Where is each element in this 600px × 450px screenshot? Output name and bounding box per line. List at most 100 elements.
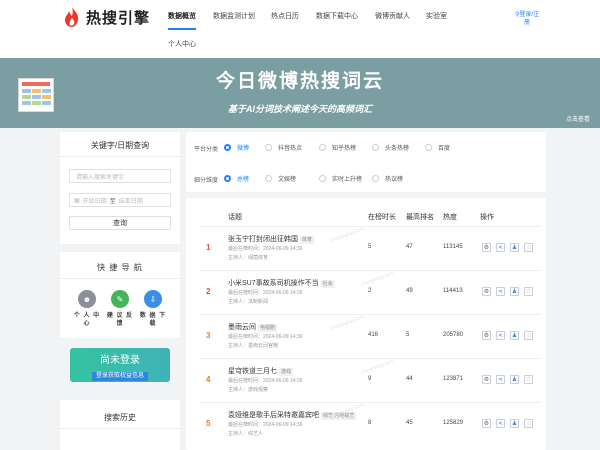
platform-zhihu[interactable]: 知乎热榜 — [319, 143, 356, 152]
share-icon[interactable]: ⋖ — [496, 243, 505, 252]
calendar-icon: ▦ — [74, 197, 80, 204]
gear-icon[interactable]: ⚙ — [482, 419, 491, 428]
topic-title-text[interactable]: 星穹铁道三月七 — [228, 368, 277, 375]
like-icon[interactable]: ♟ — [510, 287, 519, 296]
share-icon[interactable]: ⋖ — [496, 419, 505, 428]
gear-icon[interactable]: ⚙ — [482, 243, 491, 252]
quick-label: 个 人 中 心 — [73, 313, 101, 327]
cell-top: 49 — [406, 288, 413, 294]
divider — [60, 278, 180, 279]
quick-nav-title: 快 捷 导 航 — [97, 263, 143, 272]
star-icon[interactable]: ☆ — [524, 419, 533, 428]
rank-number: 2 — [206, 287, 211, 296]
quick-download[interactable]: ⇩ 数 据 下 载 — [138, 290, 168, 328]
topic-title-text[interactable]: 小米SU7事故系司机操作不当 — [228, 280, 319, 287]
rank-number: 4 — [206, 375, 211, 384]
rank-number: 5 — [206, 419, 211, 428]
share-icon[interactable]: ⋖ — [496, 375, 505, 384]
topic-title-text[interactable]: 张玉宁打封闭出征韩国 — [228, 236, 298, 243]
dimension-entertainment[interactable]: 文娱榜 — [265, 174, 296, 183]
keyword-input[interactable]: 请输入搜索关键字 — [69, 169, 171, 183]
platform-douyin[interactable]: 抖音热点 — [265, 143, 302, 152]
nav-personal-center[interactable]: 个人中心 — [168, 39, 196, 49]
like-icon[interactable]: ♟ — [510, 331, 519, 340]
like-icon[interactable]: ♟ — [510, 375, 519, 384]
nav-active-underline — [168, 28, 196, 30]
radio-icon — [265, 144, 272, 151]
radio-icon — [319, 144, 326, 151]
login-promo-button[interactable]: 登录获取权益信息 — [92, 372, 148, 381]
star-icon[interactable]: ☆ — [524, 375, 533, 384]
radio-label: 百度 — [438, 146, 451, 152]
gear-icon[interactable]: ⚙ — [482, 287, 491, 296]
column-top-rank: 最高排名 — [406, 214, 434, 221]
star-icon[interactable]: ☆ — [524, 287, 533, 296]
dimension-label: 细分维度 — [194, 178, 219, 184]
login-link[interactable]: ⚲登录/注册 — [512, 11, 542, 27]
row-divider — [200, 314, 540, 315]
cell-top: 47 — [406, 244, 413, 250]
radio-label: 知乎热榜 — [332, 146, 357, 152]
topic-title-text[interactable]: 墨雨云间 — [228, 324, 256, 331]
query-button[interactable]: 查询 — [69, 216, 171, 230]
nav-hot-calendar[interactable]: 热点日历 — [271, 11, 299, 21]
share-icon[interactable]: ⋖ — [496, 287, 505, 296]
gear-icon[interactable]: ⚙ — [482, 375, 491, 384]
user-icon: ☻ — [78, 290, 96, 308]
platform-baidu[interactable]: 百度 — [425, 143, 450, 152]
last-seen-time: 最后在榜时间：2024-06-09 14:36 — [228, 422, 303, 428]
radio-label: 热议榜 — [385, 177, 404, 183]
date-range-input[interactable]: ▦ 开始日期 至 结束日期 — [69, 193, 171, 207]
cell-heat: 125829 — [443, 420, 464, 426]
login-promo-card: 尚未登录 登录获取权益信息 — [70, 348, 170, 382]
nav-contributors[interactable]: 微博贡献人 — [375, 11, 410, 21]
platform-weibo[interactable]: 微博 — [224, 143, 249, 152]
topic-title[interactable]: 墨雨云间 电视剧 — [228, 322, 278, 332]
radio-label: 文娱榜 — [278, 177, 297, 183]
dimension-total[interactable]: 总榜 — [224, 174, 249, 183]
cell-top: 44 — [406, 376, 413, 382]
radio-label: 总榜 — [237, 177, 250, 183]
nav-lab[interactable]: 实验室 — [426, 11, 447, 21]
topic-title[interactable]: 张玉宁打封闭出征韩国 体育 — [228, 234, 315, 244]
quick-personal-center[interactable]: ☻ 个 人 中 心 — [72, 290, 102, 328]
dimension-discussion[interactable]: 热议榜 — [372, 174, 403, 183]
column-actions: 操作 — [480, 214, 494, 221]
topic-title[interactable]: 小米SU7事故系司机操作不当 社会 — [228, 278, 335, 288]
star-icon[interactable]: ☆ — [524, 331, 533, 340]
search-card-title: 关键字/日期查询 — [90, 141, 150, 150]
logo[interactable]: 热搜引擎 — [62, 6, 150, 28]
row-divider — [200, 226, 540, 227]
dimension-rising[interactable]: 实时上升榜 — [319, 174, 362, 183]
platform-toutiao[interactable]: 头条热榜 — [372, 143, 409, 152]
topic-tag: 社会 — [320, 280, 335, 288]
like-icon[interactable]: ♟ — [510, 243, 519, 252]
like-icon[interactable]: ♟ — [510, 419, 519, 428]
nav-download-center[interactable]: 数据下载中心 — [316, 11, 358, 21]
row-divider — [200, 358, 540, 359]
download-icon: ⇩ — [144, 290, 162, 308]
banner[interactable]: 今日微博热搜词云 基于AI分词技术阐述今天的高频词汇 点击查看 — [0, 58, 600, 128]
cell-duration: 2 — [368, 288, 372, 294]
cell-duration: 8 — [368, 420, 372, 426]
share-icon[interactable]: ⋖ — [496, 331, 505, 340]
topic-tag: 游戏 — [279, 368, 294, 376]
divider — [60, 428, 180, 429]
star-icon[interactable]: ☆ — [524, 243, 533, 252]
topic-title[interactable]: 星穹铁道三月七 游戏 — [228, 366, 294, 376]
nav-data-overview[interactable]: 数据概览 — [168, 11, 196, 21]
cell-top: 5 — [406, 332, 410, 338]
radio-icon — [224, 144, 231, 151]
date-to: 至 — [109, 198, 116, 205]
topic-host: 主持人：绿茵体育 — [228, 255, 269, 261]
quick-feedback[interactable]: ✎ 建 议 反 馈 — [105, 290, 135, 328]
topic-host: 主持人：法制新闻 — [228, 299, 269, 305]
topic-tag: 体育 — [300, 236, 315, 244]
row-divider — [200, 270, 540, 271]
topic-title-text[interactable]: 袁娅维是歌手后采特邀嘉宾吧 — [228, 412, 319, 419]
cell-heat: 114413 — [443, 288, 463, 294]
gear-icon[interactable]: ⚙ — [482, 331, 491, 340]
radio-label: 头条热榜 — [385, 146, 410, 152]
nav-monitor-plan[interactable]: 数据监测计划 — [213, 11, 255, 21]
header: 热搜引擎 数据概览 数据监测计划 热点日历 数据下载中心 微博贡献人 实验室 个… — [0, 0, 600, 58]
